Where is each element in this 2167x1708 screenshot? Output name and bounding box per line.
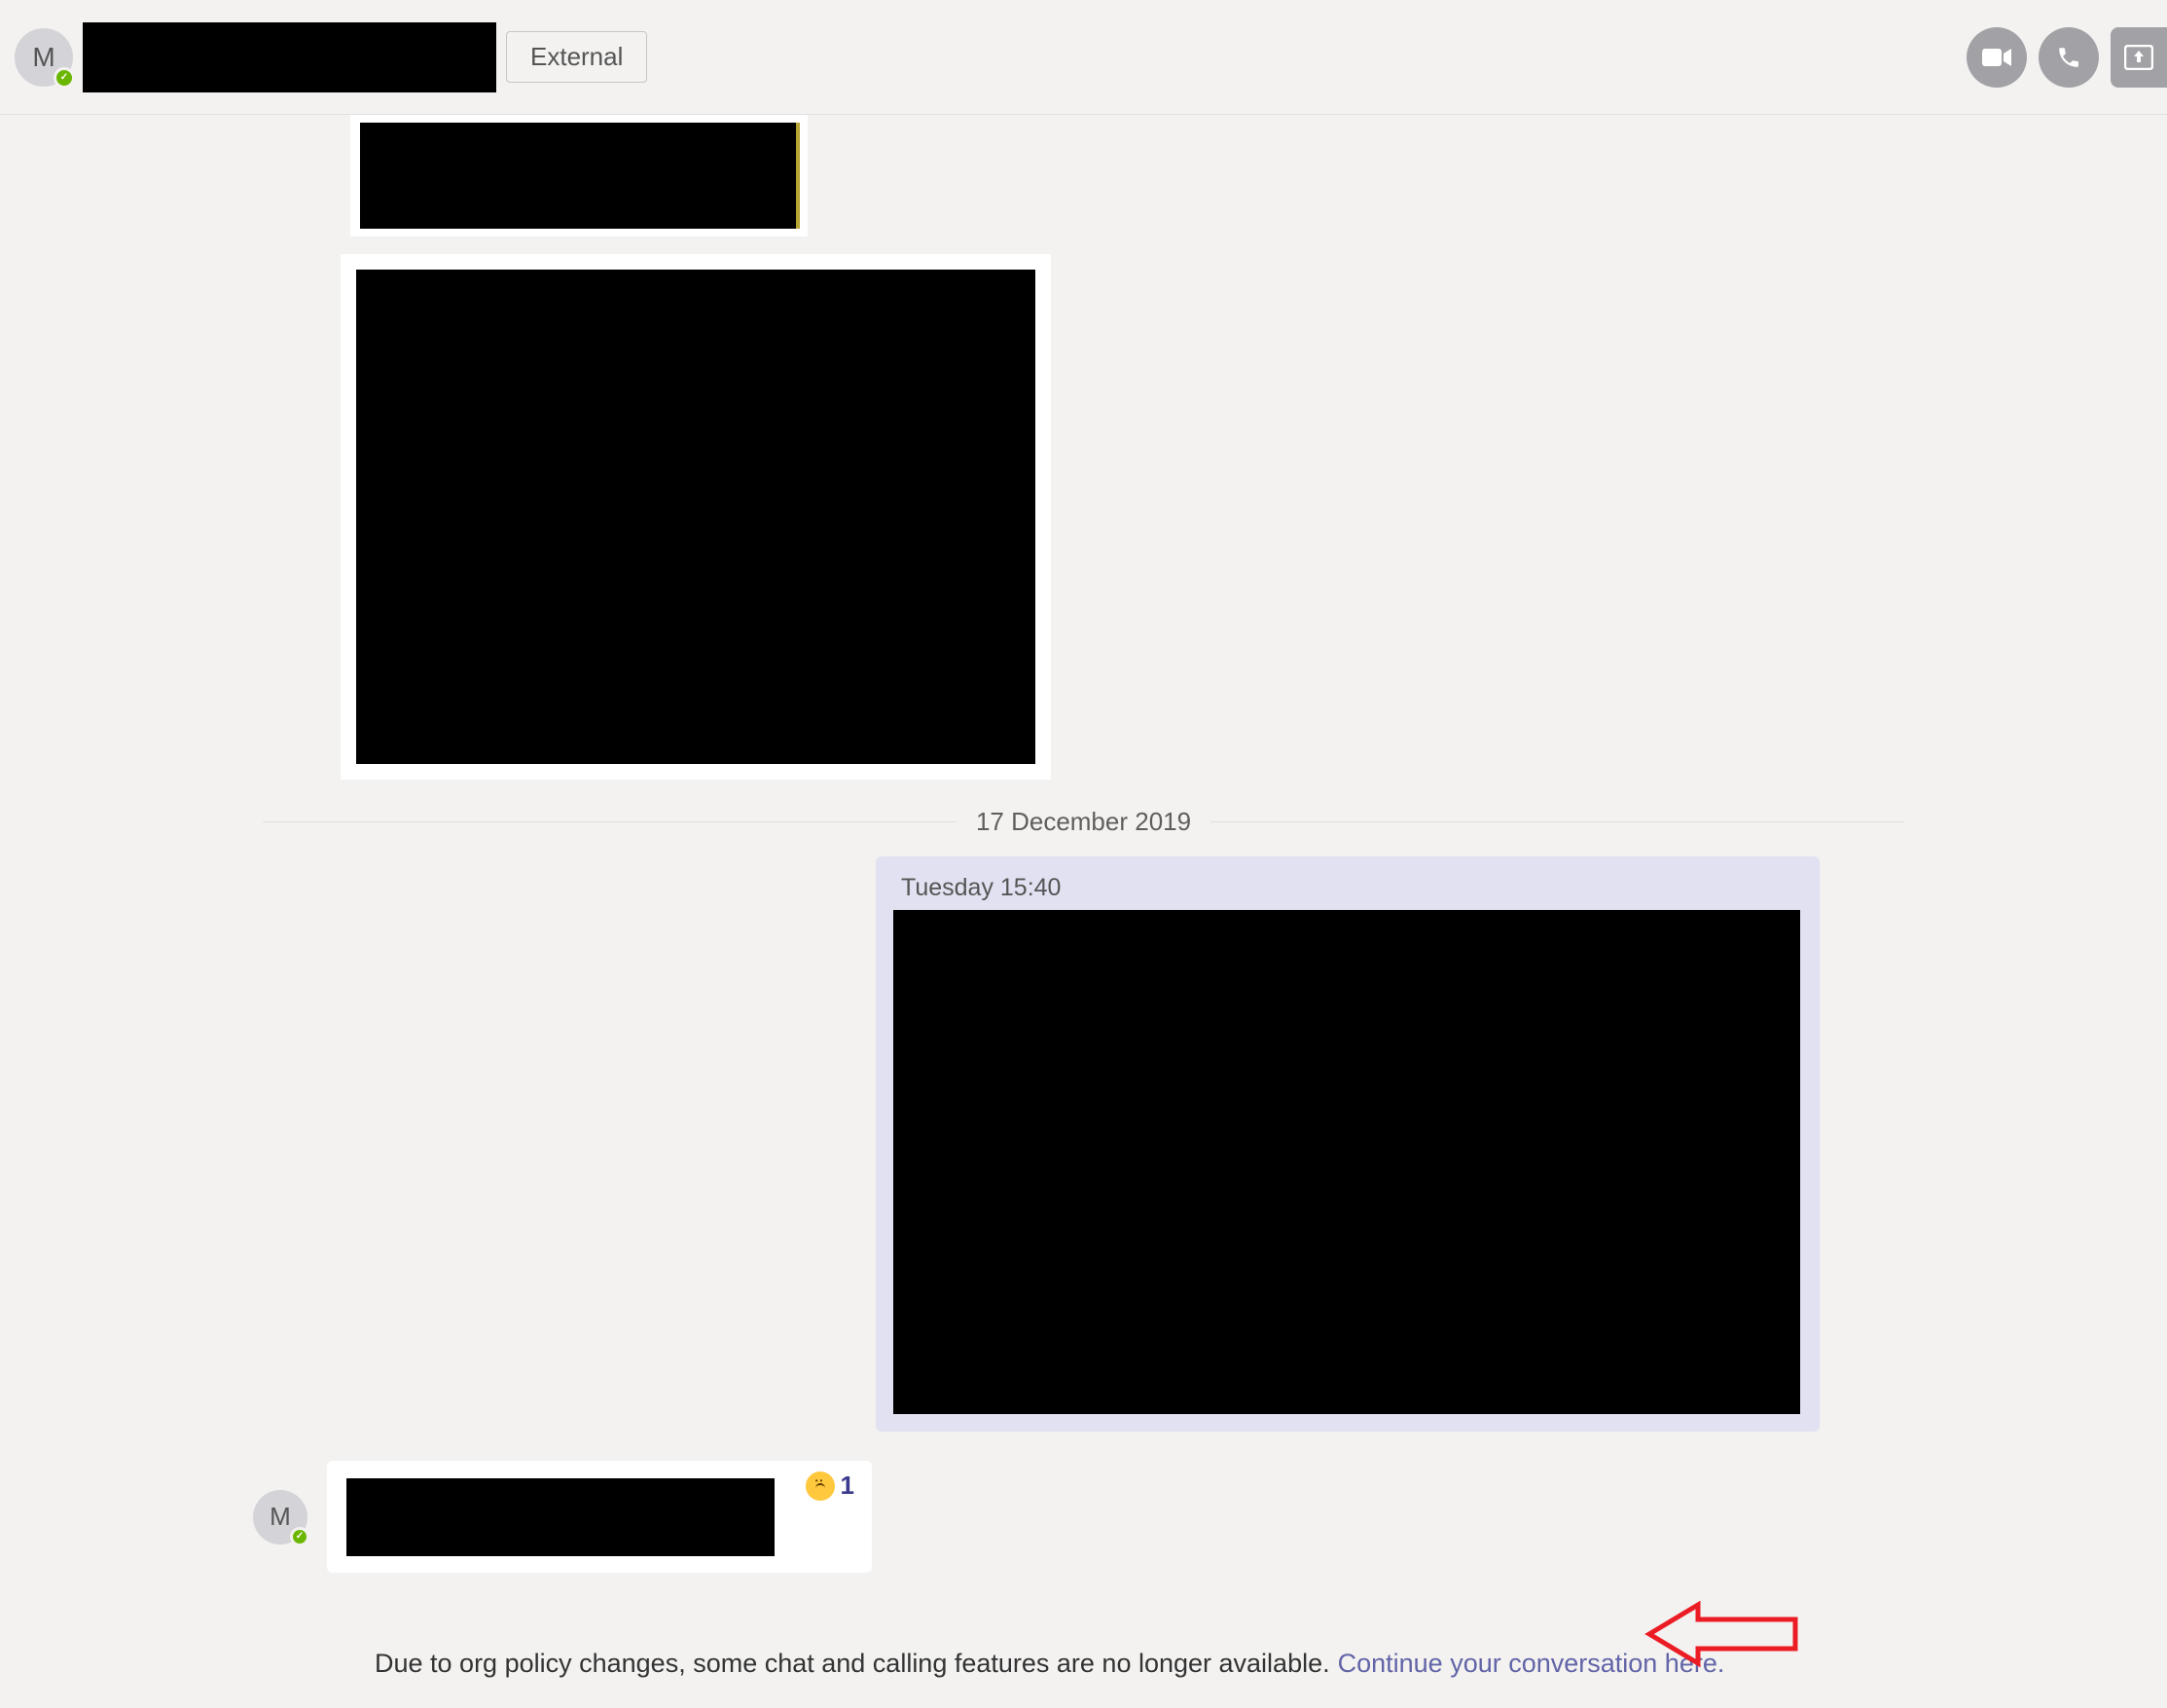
message-bubble[interactable] — [350, 115, 808, 236]
message-content-redacted — [346, 1478, 775, 1556]
contact-name-redacted — [83, 22, 496, 92]
sent-message-bubble[interactable]: Tuesday 15:40 — [876, 856, 1820, 1432]
sender-avatar[interactable]: M — [253, 1490, 307, 1544]
avatar-initial: M — [270, 1502, 291, 1532]
date-label: 17 December 2019 — [957, 807, 1210, 837]
divider-line — [1210, 821, 1904, 822]
surprised-emoji-icon — [806, 1472, 835, 1501]
share-icon — [2124, 45, 2153, 70]
message-timestamp: Tuesday 15:40 — [893, 874, 1802, 902]
message-reaction[interactable]: 1 — [806, 1471, 854, 1501]
avatar-initial: M — [32, 42, 54, 73]
policy-notice: Due to org policy changes, some chat and… — [375, 1649, 2167, 1679]
reaction-count: 1 — [841, 1471, 854, 1501]
contact-avatar[interactable]: M — [15, 28, 73, 87]
external-badge: External — [506, 31, 647, 83]
chat-content: 17 December 2019 Tuesday 15:40 M 1 Due t… — [0, 115, 2167, 1679]
annotation-arrow — [1644, 1600, 1800, 1673]
policy-text: Due to org policy changes, some chat and… — [375, 1649, 1330, 1679]
message-content-redacted — [360, 123, 800, 229]
divider-line — [263, 821, 957, 822]
share-screen-button[interactable] — [2111, 27, 2167, 88]
message-bubble[interactable] — [341, 254, 1051, 780]
presence-available-icon — [290, 1527, 309, 1546]
presence-available-icon — [54, 67, 75, 89]
phone-icon — [2056, 45, 2081, 70]
received-message-row: M 1 — [253, 1461, 2167, 1573]
message-content-redacted — [893, 910, 1800, 1414]
chat-header: M External — [0, 0, 2167, 115]
audio-call-button[interactable] — [2039, 27, 2099, 88]
date-divider: 17 December 2019 — [263, 807, 1904, 837]
received-message-bubble[interactable]: 1 — [327, 1461, 872, 1573]
video-call-button[interactable] — [1967, 27, 2027, 88]
header-left: M External — [15, 22, 647, 92]
message-content-redacted — [356, 270, 1035, 764]
header-actions — [1967, 27, 2148, 88]
arrow-left-icon — [1644, 1600, 1800, 1668]
video-icon — [1982, 48, 2011, 67]
